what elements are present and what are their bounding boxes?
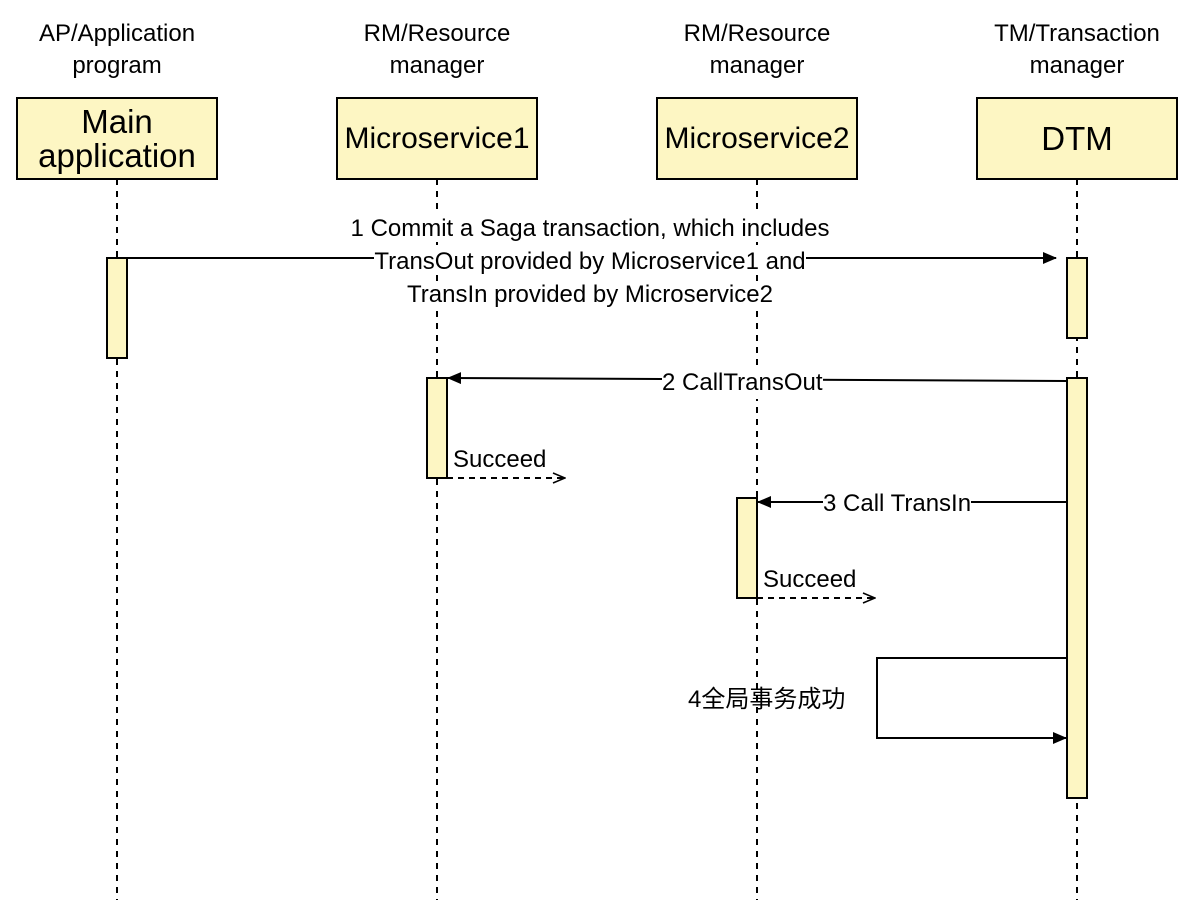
role-rm1: RM/Resource manager xyxy=(317,18,557,82)
participant-dtm-label: DTM xyxy=(1041,119,1113,157)
participant-dtm: DTM xyxy=(976,97,1178,180)
role-ap-line2: program xyxy=(72,52,162,79)
message-1-line2: TransOut provided by Microservice1 and xyxy=(305,245,875,278)
message-1-label: 1 Commit a Saga transaction, which inclu… xyxy=(305,212,875,311)
participant-main-line2: application xyxy=(38,136,196,174)
reply-2-label: Succeed xyxy=(453,446,547,473)
role-tm: TM/Transaction manager xyxy=(957,18,1194,82)
participant-microservice2: Microservice2 xyxy=(656,97,858,180)
role-tm-line1: TM/Transaction xyxy=(994,20,1160,47)
participant-main-application: Main application xyxy=(16,97,218,180)
role-tm-line2: manager xyxy=(1029,52,1125,79)
role-rm1-line1: RM/Resource xyxy=(363,20,511,47)
activation-dtm-1 xyxy=(1066,257,1088,339)
reply-3-label: Succeed xyxy=(763,566,857,593)
message-1-line1-text: 1 Commit a Saga transaction, which inclu… xyxy=(350,215,830,242)
message-1-line3-text: TransIn provided by Microservice2 xyxy=(407,281,773,308)
participant-microservice1-label: Microservice1 xyxy=(344,121,530,155)
message-1-line3: TransIn provided by Microservice2 xyxy=(305,278,875,311)
activation-dtm-2 xyxy=(1066,377,1088,799)
role-rm2-line2: manager xyxy=(709,52,805,79)
role-rm1-line2: manager xyxy=(389,52,485,79)
activation-main-application xyxy=(106,257,128,359)
message-1-line2-text: TransOut provided by Microservice1 and xyxy=(374,248,806,275)
role-rm2-line1: RM/Resource xyxy=(683,20,831,47)
participant-microservice2-label: Microservice2 xyxy=(664,121,850,155)
role-ap: AP/Application program xyxy=(0,18,237,82)
message-4-label: 4全局事务成功 xyxy=(688,686,846,713)
activation-microservice1 xyxy=(426,377,448,479)
message-3-label: 3 Call TransIn xyxy=(823,487,972,520)
activation-microservice2 xyxy=(736,497,758,599)
role-rm2: RM/Resource manager xyxy=(637,18,877,82)
role-ap-line1: AP/Application xyxy=(38,20,196,47)
participant-main-application-label: Main application xyxy=(38,102,196,174)
participant-main-line1: Main xyxy=(81,102,153,140)
message-1-line1: 1 Commit a Saga transaction, which inclu… xyxy=(305,212,875,245)
message-2-label: 2 CallTransOut xyxy=(662,366,823,399)
message-4-self-arrow xyxy=(876,657,1067,744)
participant-microservice1: Microservice1 xyxy=(336,97,538,180)
